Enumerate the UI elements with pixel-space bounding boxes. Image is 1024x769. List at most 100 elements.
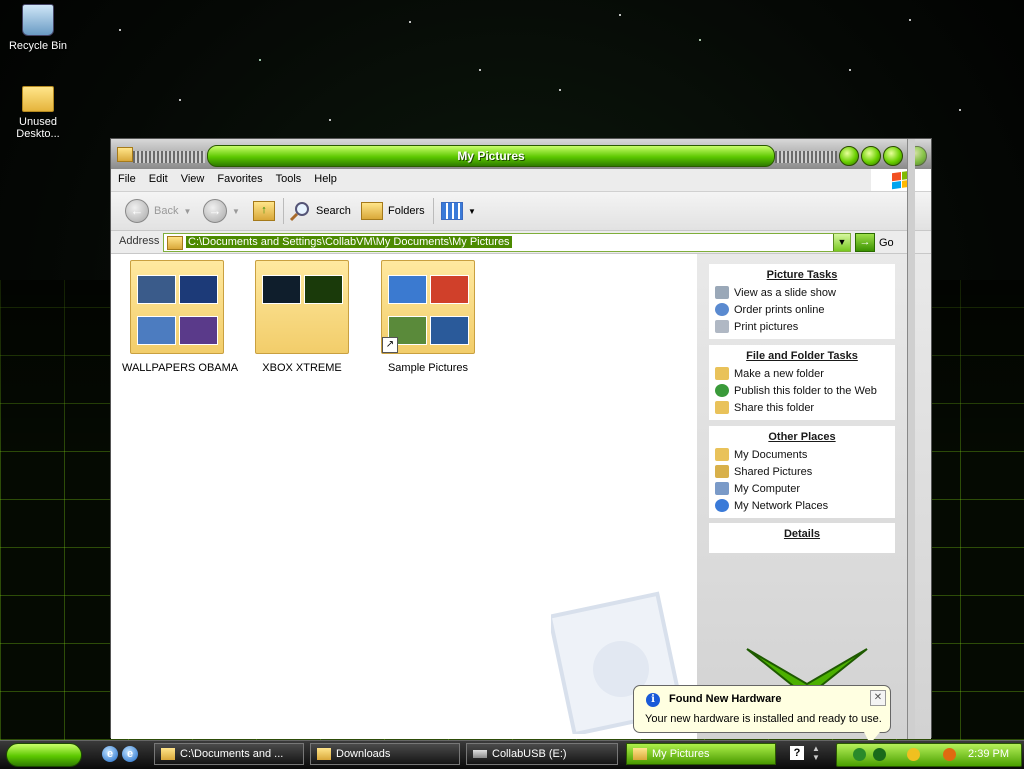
menu-tools[interactable]: Tools [269, 169, 308, 185]
desktop-icon-label: Recycle Bin [8, 40, 68, 52]
share-folder-icon [715, 401, 729, 414]
thumbnail-image [304, 275, 343, 304]
thumbnail-image [430, 316, 469, 345]
drive-icon [473, 750, 487, 758]
start-button[interactable] [6, 743, 82, 767]
folder-thumbnail: ↗ [381, 260, 475, 354]
desktop-icon-unused[interactable]: Unused Deskto... [0, 86, 76, 140]
safely-remove-tray-icon[interactable] [873, 748, 886, 761]
recycle-bin-icon [22, 4, 54, 36]
my-computer-icon [715, 482, 729, 495]
folder-icon [633, 748, 647, 760]
thumbnail-image [179, 316, 218, 345]
picture-tasks-title[interactable]: Picture Tasks [709, 264, 895, 284]
thumbnail-image [179, 275, 218, 304]
search-button[interactable]: Search [289, 199, 351, 223]
folder-thumbnail [255, 260, 349, 354]
place-my-computer[interactable]: My Computer [709, 480, 895, 497]
folders-label: Folders [388, 205, 425, 217]
explorer-window: My Pictures File Edit View Favorites Tools He… [110, 138, 932, 739]
folder-item[interactable]: XBOX XTREME [247, 260, 357, 374]
thumbnail-image [262, 275, 301, 304]
menu-file[interactable]: File [111, 169, 142, 185]
task-label: Share this folder [734, 401, 815, 414]
taskbar-button-downloads[interactable]: Downloads [310, 743, 460, 765]
minimize-button[interactable] [839, 146, 859, 166]
notification-balloon[interactable]: i Found New Hardware Your new hardware i… [633, 685, 891, 744]
file-list[interactable]: WALLPAPERS OBAMA XBOX XTREME ↗ Sample Pi… [111, 254, 697, 739]
security-shield-icon[interactable] [907, 748, 920, 761]
internet-explorer-icon[interactable]: e [102, 746, 118, 762]
task-label: Downloads [336, 748, 391, 760]
back-arrow-icon: ← [125, 199, 149, 223]
window-edge [907, 139, 915, 739]
menu-favorites[interactable]: Favorites [210, 169, 268, 185]
maximize-button[interactable] [861, 146, 881, 166]
windows-logo [871, 169, 931, 191]
go-arrow-icon: → [855, 233, 875, 252]
file-folder-tasks-title[interactable]: File and Folder Tasks [709, 345, 895, 365]
task-label: Publish this folder to the Web [734, 384, 877, 397]
desktop-icon-recycle-bin[interactable]: Recycle Bin [0, 4, 76, 52]
task-publish-web[interactable]: Publish this folder to the Web [709, 382, 895, 399]
folder-icon [117, 147, 133, 162]
menu-edit[interactable]: Edit [142, 169, 174, 185]
task-label: Make a new folder [734, 367, 824, 380]
balloon-close-button[interactable]: ✕ [870, 690, 886, 706]
slideshow-icon [715, 286, 729, 299]
shortcut-arrow-icon: ↗ [382, 337, 398, 353]
menu-help[interactable]: Help [307, 169, 343, 185]
other-places-title[interactable]: Other Places [709, 426, 895, 446]
window-title: My Pictures [207, 145, 775, 167]
taskbar-button-collabusb[interactable]: CollabUSB (E:) [466, 743, 618, 765]
place-shared-pictures[interactable]: Shared Pictures [709, 463, 895, 480]
language-arrows-icon[interactable]: ▲ ▼ [812, 744, 820, 762]
my-documents-icon [715, 448, 729, 461]
folder-item[interactable]: ↗ Sample Pictures [373, 260, 483, 374]
taskbar-button-my-pictures[interactable]: My Pictures [626, 743, 776, 765]
clock[interactable]: 2:39 PM [968, 748, 1009, 760]
shared-pictures-icon [715, 465, 729, 478]
place-network[interactable]: My Network Places [709, 497, 895, 514]
place-my-documents[interactable]: My Documents [709, 446, 895, 463]
folder-item[interactable]: WALLPAPERS OBAMA [122, 260, 239, 374]
task-print[interactable]: Print pictures [709, 318, 895, 335]
task-share-folder[interactable]: Share this folder [709, 399, 895, 416]
task-pane: Picture Tasks View as a slide show Order… [697, 254, 931, 739]
thumbnail-image [137, 275, 176, 304]
task-new-folder[interactable]: Make a new folder [709, 365, 895, 382]
taskbar-button-documents[interactable]: C:\Documents and ... [154, 743, 304, 765]
thumbnail-image [137, 316, 176, 345]
help-icon[interactable]: ? [790, 746, 804, 760]
forward-button[interactable]: → ▼ [203, 199, 240, 223]
chevron-down-icon: ▼ [183, 206, 192, 216]
close-button[interactable] [883, 146, 903, 166]
info-icon: i [646, 693, 660, 707]
search-tray-icon[interactable] [943, 748, 956, 761]
address-value: C:\Documents and Settings\CollabVM\My Do… [186, 236, 512, 248]
go-button[interactable]: → Go [855, 233, 894, 252]
menu-view[interactable]: View [174, 169, 211, 185]
balloon-title: Found New Hardware [669, 693, 782, 705]
place-label: Shared Pictures [734, 465, 813, 478]
details-title[interactable]: Details [709, 523, 895, 543]
task-label: My Pictures [652, 748, 710, 760]
chevron-down-icon: ▼ [232, 206, 240, 216]
title-bar[interactable]: My Pictures [111, 139, 931, 169]
internet-explorer-icon[interactable]: e [122, 746, 138, 762]
network-tray-icon[interactable] [853, 748, 866, 761]
task-label: Order prints online [734, 303, 825, 316]
toolbar-separator [433, 198, 434, 224]
views-button[interactable]: ▼ [441, 199, 476, 223]
address-dropdown-button[interactable]: ▼ [833, 234, 850, 251]
folder-name: WALLPAPERS OBAMA [122, 362, 239, 374]
folders-button[interactable]: Folders [361, 199, 425, 223]
other-places-panel: Other Places My Documents Shared Picture… [709, 426, 895, 518]
folder-icon [161, 748, 175, 760]
task-order-prints[interactable]: Order prints online [709, 301, 895, 318]
back-button[interactable]: ← Back ▼ [125, 199, 191, 223]
file-folder-tasks-panel: File and Folder Tasks Make a new folder … [709, 345, 895, 420]
task-slideshow[interactable]: View as a slide show [709, 284, 895, 301]
address-input[interactable]: C:\Documents and Settings\CollabVM\My Do… [163, 233, 851, 252]
up-folder-button[interactable]: ↑ [253, 199, 275, 223]
